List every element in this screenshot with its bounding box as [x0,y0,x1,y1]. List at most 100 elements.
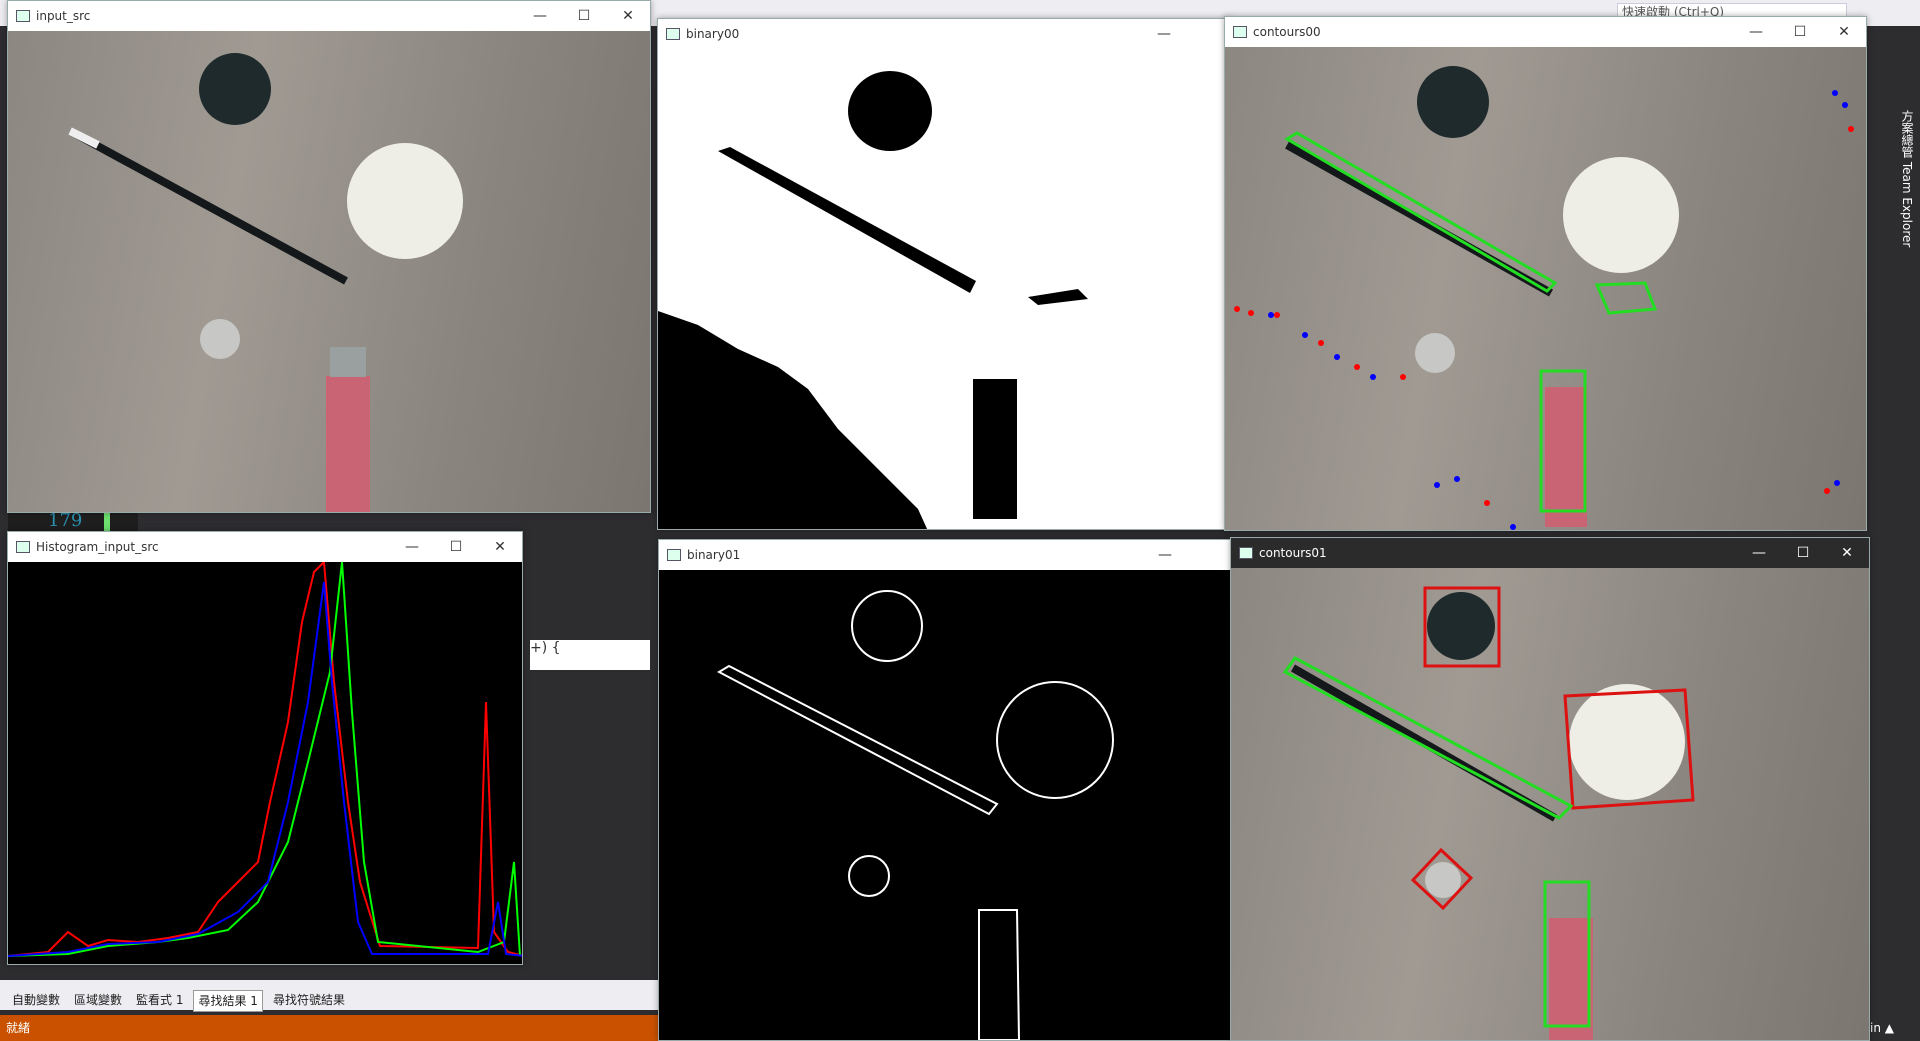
histogram-blue-channel [8,581,522,957]
ping-pong-ball [347,143,463,259]
editor-line-number: 179 [8,510,138,532]
titlebar[interactable]: contours01 — ☐ ✕ [1231,538,1869,568]
bottle-cap [199,53,271,125]
blue-point [1334,354,1340,360]
tab-autos[interactable]: 自動變數 [8,990,64,1010]
red-point [1318,340,1324,346]
pencil-box [1282,656,1574,820]
titlebar[interactable]: binary00 — [658,19,1230,49]
red-point [1484,500,1490,506]
window-title: input_src [36,9,91,23]
vs-tool-tabs: 自動變數 區域變數 監看式 1 尋找結果 1 尋找符號結果 [8,990,349,1012]
window-histogram[interactable]: Histogram_input_src — ☐ ✕ [7,531,523,965]
blue-point [1434,482,1440,488]
window-binary00[interactable]: binary00 — [657,18,1231,530]
image-contours00 [1225,47,1866,530]
close-icon[interactable]: ✕ [606,4,650,28]
tab-find-symbol-results[interactable]: 尋找符號結果 [269,990,349,1010]
blue-point [1268,312,1274,318]
blue-point [1302,332,1308,338]
close-icon[interactable]: ✕ [478,535,522,559]
close-icon[interactable]: ✕ [1825,541,1869,565]
ball-shadow-box [1594,281,1658,315]
minimize-icon[interactable]: — [1143,543,1187,567]
pencil-blob [718,147,976,293]
image-contours01 [1231,568,1869,1040]
red-point [1848,126,1854,132]
bottle-cap [1427,592,1495,660]
pencil-box [1284,131,1558,293]
red-point [1824,488,1830,494]
app-window-icon [16,10,30,22]
titlebar[interactable]: input_src — ☐ ✕ [8,1,650,31]
input-src-scene [68,53,463,512]
image-binary01 [659,570,1231,1040]
binary00-mask [658,71,1088,529]
lighter [326,376,370,512]
minimize-icon[interactable]: — [1142,22,1186,46]
blue-point [1832,90,1838,96]
status-bar-right: in ▲ [1870,1015,1920,1041]
coin [1415,333,1455,373]
maximize-icon[interactable]: ☐ [1778,20,1822,44]
window-binary01[interactable]: binary01 — [658,539,1232,1041]
app-window-icon [16,541,30,553]
app-window-icon [1239,547,1253,559]
minimize-icon[interactable]: — [1737,541,1781,565]
pencil [68,127,348,285]
ball-shadow-blob [1028,289,1088,305]
editor-change-bar [104,512,110,532]
coin [200,319,240,359]
contours00-overlay [1234,66,1854,530]
lighter-blob [973,379,1017,519]
window-title: contours00 [1253,25,1321,39]
red-point [1274,312,1280,318]
window-contours01[interactable]: contours01 — ☐ ✕ [1230,537,1870,1041]
ball-edge [996,681,1114,799]
titlebar[interactable]: Histogram_input_src — ☐ ✕ [8,532,522,562]
blue-point [1370,374,1376,380]
cap-edge [851,590,923,662]
feature-points [1234,90,1854,530]
code-fragment: +) { [530,640,650,670]
window-title: contours01 [1259,546,1327,560]
lighter [1545,387,1587,527]
solution-explorer-vtab[interactable]: 方案總管 Team Explorer [1892,110,1916,270]
window-title: Histogram_input_src [36,540,159,554]
window-contours00[interactable]: contours00 — ☐ ✕ [1224,16,1867,531]
lighter-top [330,347,366,377]
shadow-region-blob [658,311,928,529]
window-input-src[interactable]: input_src — ☐ ✕ [7,0,651,513]
close-icon[interactable]: ✕ [1822,20,1866,44]
maximize-icon[interactable]: ☐ [434,535,478,559]
coin-edge [848,855,890,897]
histogram-plot [8,562,522,957]
minimize-icon[interactable]: — [390,535,434,559]
tab-watch1[interactable]: 監看式 1 [132,990,187,1010]
tab-locals[interactable]: 區域變數 [70,990,126,1010]
blue-point [1454,476,1460,482]
titlebar[interactable]: binary01 — [659,540,1231,570]
image-input-src [8,31,650,512]
window-title: binary01 [687,548,741,562]
blue-point [1842,102,1848,108]
image-binary00 [658,49,1230,529]
minimize-icon[interactable]: — [1734,20,1778,44]
maximize-icon[interactable]: ☐ [1781,541,1825,565]
histogram-red-channel [8,562,522,957]
image-histogram [8,562,522,964]
ping-pong-ball [1563,157,1679,273]
blue-point [1834,480,1840,486]
tab-find-results1[interactable]: 尋找結果 1 [193,990,263,1012]
app-window-icon [666,28,680,40]
minimize-icon[interactable]: — [518,4,562,28]
pencil-edge [716,664,999,816]
app-window-icon [667,549,681,561]
titlebar[interactable]: contours00 — ☐ ✕ [1225,17,1866,47]
maximize-icon[interactable]: ☐ [562,4,606,28]
blue-point [1510,524,1516,530]
red-point [1354,364,1360,370]
cap-blob [848,71,932,151]
window-title: binary00 [686,27,740,41]
red-point [1234,306,1240,312]
